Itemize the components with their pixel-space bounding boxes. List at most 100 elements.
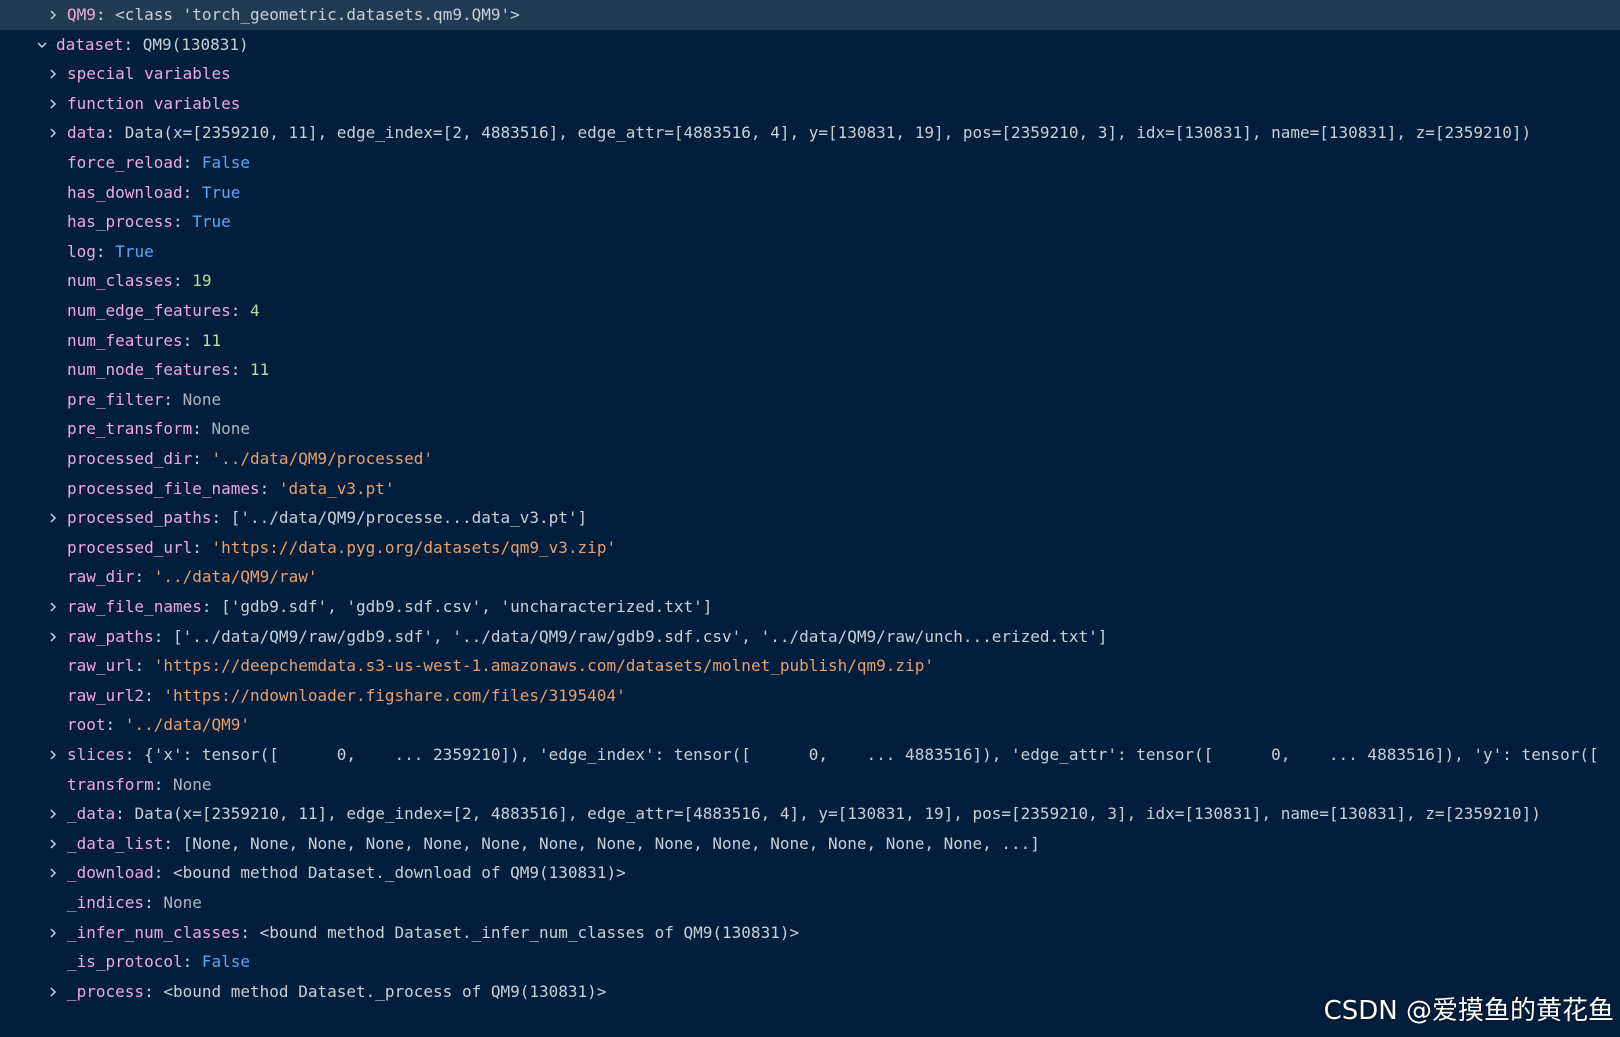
variable-row[interactable]: pre_filter: None xyxy=(0,385,1620,415)
variable-value: <bound method Dataset._infer_num_classes… xyxy=(259,922,800,942)
chevron-right-icon[interactable] xyxy=(45,89,61,119)
separator: : xyxy=(182,330,202,350)
variable-name: dataset xyxy=(56,34,124,54)
separator: : xyxy=(124,745,145,764)
variable-row[interactable]: raw_url: 'https://deepchemdata.s3-us-wes… xyxy=(0,651,1620,681)
variable-row[interactable]: raw_paths: ['../data/QM9/raw/gdb9.sdf', … xyxy=(0,622,1620,652)
variable-row[interactable]: num_classes: 19 xyxy=(0,266,1620,296)
variable-row[interactable]: processed_url: 'https://data.pyg.org/dat… xyxy=(0,533,1620,563)
variable-row[interactable]: transform: None xyxy=(0,770,1620,800)
variable-row[interactable]: processed_dir: '../data/QM9/processed' xyxy=(0,444,1620,474)
variable-row[interactable]: raw_file_names: ['gdb9.sdf', 'gdb9.sdf.c… xyxy=(0,592,1620,622)
variable-text: log: True xyxy=(67,237,154,267)
separator: : xyxy=(123,34,143,54)
variable-text: transform: None xyxy=(67,770,212,800)
variable-text: raw_dir: '../data/QM9/raw' xyxy=(67,562,317,592)
variable-row[interactable]: num_node_features: 11 xyxy=(0,355,1620,385)
separator: : xyxy=(182,182,202,202)
separator: : xyxy=(115,804,135,824)
variable-row[interactable]: _infer_num_classes: <bound method Datase… xyxy=(0,918,1620,948)
variable-text: slices: {'x': tensor([ 0, ... 2359210]),… xyxy=(67,740,1599,770)
variable-text: _indices: None xyxy=(67,888,202,918)
variable-value: True xyxy=(115,241,154,261)
chevron-right-icon[interactable] xyxy=(45,858,61,888)
chevron-down-icon[interactable] xyxy=(34,30,50,60)
variable-value: 'https://ndownloader.figshare.com/files/… xyxy=(163,685,626,705)
variable-row[interactable]: processed_paths: ['../data/QM9/processe.… xyxy=(0,503,1620,533)
variable-name: _download xyxy=(67,863,154,883)
variable-row[interactable]: processed_file_names: 'data_v3.pt' xyxy=(0,474,1620,504)
variable-name: num_edge_features xyxy=(67,301,231,320)
chevron-right-icon[interactable] xyxy=(45,799,61,829)
variable-text: _data_list: [None, None, None, None, Non… xyxy=(67,829,1040,859)
separator: : xyxy=(182,952,202,972)
chevron-right-icon[interactable] xyxy=(45,977,61,1007)
variable-row[interactable]: force_reload: False xyxy=(0,148,1620,178)
variable-name: num_features xyxy=(67,330,183,350)
separator: : xyxy=(211,508,231,528)
chevron-right-icon[interactable] xyxy=(45,118,61,148)
separator: : xyxy=(240,922,260,942)
chevron-right-icon[interactable] xyxy=(45,918,61,948)
chevron-right-icon[interactable] xyxy=(45,592,61,622)
variable-value: None xyxy=(172,774,212,794)
variable-value: '../data/QM9/processed' xyxy=(211,449,434,468)
chevron-right-icon[interactable] xyxy=(45,59,61,89)
variable-row[interactable]: data: Data(x=[2359210, 11], edge_index=[… xyxy=(0,118,1620,148)
variable-name: raw_url xyxy=(67,656,135,676)
variable-row[interactable]: _data: Data(x=[2359210, 11], edge_index=… xyxy=(0,799,1620,829)
separator: : xyxy=(134,567,154,587)
variable-row[interactable]: _download: <bound method Dataset._downlo… xyxy=(0,858,1620,888)
variable-name: data xyxy=(67,123,106,143)
variable-name: raw_file_names xyxy=(67,597,202,616)
variable-row[interactable]: QM9: <class 'torch_geometric.datasets.qm… xyxy=(0,0,1620,30)
variable-name: _is_protocol xyxy=(67,952,183,972)
variable-text: num_classes: 19 xyxy=(67,266,212,296)
variable-value: True xyxy=(201,182,241,202)
variable-row[interactable]: _indices: None xyxy=(0,888,1620,918)
variable-name: raw_paths xyxy=(67,626,154,646)
chevron-right-icon[interactable] xyxy=(45,503,61,533)
chevron-right-icon[interactable] xyxy=(45,622,61,652)
variable-row[interactable]: raw_dir: '../data/QM9/raw' xyxy=(0,562,1620,592)
separator: : xyxy=(134,656,154,676)
variable-text: data: Data(x=[2359210, 11], edge_index=[… xyxy=(67,118,1531,148)
chevron-right-icon[interactable] xyxy=(45,740,61,770)
variable-row[interactable]: num_features: 11 xyxy=(0,326,1620,356)
variable-row[interactable]: pre_transform: None xyxy=(0,414,1620,444)
variable-row[interactable]: has_process: True xyxy=(0,207,1620,237)
variable-row[interactable]: slices: {'x': tensor([ 0, ... 2359210]),… xyxy=(0,740,1620,770)
chevron-right-icon[interactable] xyxy=(45,0,61,30)
variable-row[interactable]: _is_protocol: False xyxy=(0,947,1620,977)
variable-text: _data: Data(x=[2359210, 11], edge_index=… xyxy=(67,799,1541,829)
variable-text: raw_file_names: ['gdb9.sdf', 'gdb9.sdf.c… xyxy=(67,592,712,622)
variable-row[interactable]: dataset: QM9(130831) xyxy=(0,30,1620,60)
variable-value: 'https://data.pyg.org/datasets/qm9_v3.zi… xyxy=(211,537,617,557)
variable-name: pre_transform xyxy=(67,419,193,439)
watermark: CSDN @爱摸鱼的黄花鱼 xyxy=(1323,996,1614,1026)
separator: : xyxy=(144,981,164,1001)
variable-row[interactable]: log: True xyxy=(0,237,1620,267)
variable-value: <bound method Dataset._download of QM9(1… xyxy=(172,863,626,883)
variable-row[interactable]: has_download: True xyxy=(0,178,1620,208)
variable-row[interactable]: _data_list: [None, None, None, None, Non… xyxy=(0,829,1620,859)
separator: : xyxy=(153,863,173,883)
variable-value: True xyxy=(192,212,231,232)
variable-name: pre_filter xyxy=(67,389,164,409)
chevron-right-icon[interactable] xyxy=(45,829,61,859)
variable-row[interactable]: root: '../data/QM9' xyxy=(0,710,1620,740)
variable-name: _indices xyxy=(67,893,145,912)
variable-row[interactable]: raw_url2: 'https://ndownloader.figshare.… xyxy=(0,681,1620,711)
separator: : xyxy=(259,478,279,498)
variable-text: dataset: QM9(130831) xyxy=(56,30,249,60)
variable-row[interactable]: special variables xyxy=(0,59,1620,89)
variable-text: pre_filter: None xyxy=(67,385,221,415)
variable-name: QM9 xyxy=(67,5,96,24)
variable-value: <class 'torch_geometric.datasets.qm9.QM9… xyxy=(115,5,520,24)
variable-name: _process xyxy=(67,981,145,1001)
variable-value: ['../data/QM9/processe...data_v3.pt'] xyxy=(230,508,588,528)
variable-row[interactable]: function variables xyxy=(0,89,1620,119)
variable-text: processed_dir: '../data/QM9/processed' xyxy=(67,444,433,474)
variable-row[interactable]: num_edge_features: 4 xyxy=(0,296,1620,326)
variable-value: 19 xyxy=(192,271,212,291)
